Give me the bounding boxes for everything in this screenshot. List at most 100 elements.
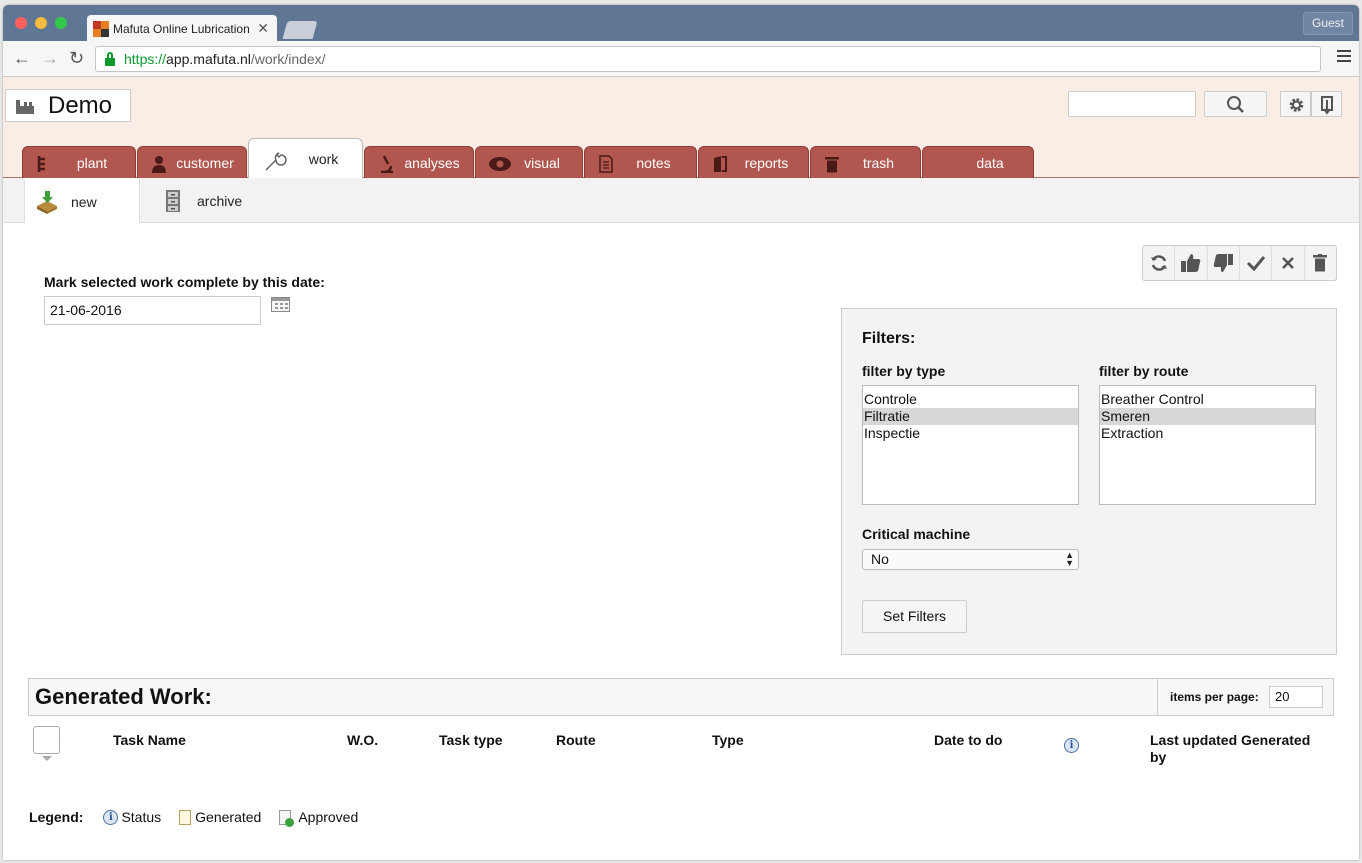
- cancel-button[interactable]: [1272, 246, 1305, 280]
- reject-button[interactable]: [1208, 246, 1240, 280]
- new-work-icon: [37, 191, 57, 214]
- tab-visual[interactable]: visual: [475, 146, 583, 178]
- tab-notes[interactable]: notes: [584, 146, 697, 178]
- search-input[interactable]: [1068, 91, 1196, 117]
- critical-machine-select[interactable]: No ▲ ▼: [862, 549, 1079, 570]
- list-item[interactable]: Controle: [863, 391, 1078, 408]
- new-tab-button[interactable]: [282, 21, 318, 39]
- tab-label: plant: [76, 154, 108, 171]
- select-all-checkbox[interactable]: [33, 726, 60, 761]
- gear-icon: [1289, 98, 1304, 112]
- tab-reports[interactable]: reports: [698, 146, 809, 178]
- column-header-date-to-do[interactable]: Date to do: [934, 732, 1002, 748]
- back-arrow-icon[interactable]: ←: [13, 48, 31, 69]
- legend-label: Approved: [298, 809, 359, 825]
- window-close-button[interactable]: [15, 17, 27, 29]
- tab-plant[interactable]: plant: [22, 146, 136, 178]
- list-item-selected[interactable]: Filtratie: [863, 408, 1078, 425]
- column-header-route[interactable]: Route: [556, 732, 596, 748]
- column-header-type[interactable]: Type: [712, 732, 744, 748]
- legend-generated: Generated: [179, 809, 261, 825]
- refresh-icon: [1150, 255, 1167, 271]
- list-item-selected[interactable]: Smeren: [1100, 408, 1315, 425]
- legend-status: i Status: [103, 809, 161, 825]
- browser-tab[interactable]: Mafuta Online Lubrication S ✕: [87, 15, 277, 42]
- tab-work[interactable]: work: [248, 138, 363, 179]
- trash-icon: [1313, 254, 1328, 272]
- check-icon: [1246, 256, 1265, 272]
- filter-route-listbox[interactable]: Breather Control Smeren Extraction: [1099, 385, 1316, 505]
- bulk-action-toolbar: [1142, 245, 1337, 281]
- search-icon: [1227, 96, 1244, 113]
- tab-new[interactable]: new: [24, 178, 140, 223]
- filters-title: Filters:: [862, 330, 916, 347]
- column-header-task-type[interactable]: Task type: [439, 732, 503, 748]
- reload-icon[interactable]: ↻: [69, 48, 84, 69]
- site-name: Demo: [48, 91, 113, 119]
- legend-approved: Approved: [279, 809, 359, 827]
- column-header-last-updated[interactable]: Last updated Generated by: [1150, 732, 1330, 766]
- mark-complete-label: Mark selected work complete by this date…: [44, 274, 325, 290]
- generated-work-header: Generated Work: items per page: 20: [28, 678, 1334, 716]
- filters-panel: Filters: filter by type filter by route …: [841, 308, 1337, 655]
- approved-doc-icon: [279, 809, 295, 827]
- info-icon: i: [103, 809, 119, 825]
- tab-analyses[interactable]: analyses: [364, 146, 474, 178]
- tab-archive[interactable]: archive: [151, 178, 271, 223]
- app-header: Demo plant customer work analyses visual…: [3, 77, 1359, 179]
- hamburger-menu-icon[interactable]: [1337, 50, 1351, 65]
- generated-work-title: Generated Work:: [35, 684, 212, 709]
- delete-button[interactable]: [1305, 246, 1336, 280]
- window-minimize-button[interactable]: [35, 17, 47, 29]
- complete-date-input[interactable]: 21-06-2016: [44, 296, 261, 325]
- browser-tab-title: Mafuta Online Lubrication S: [113, 21, 254, 36]
- tab-label: analyses: [404, 154, 460, 171]
- list-item[interactable]: Inspectie: [863, 425, 1078, 442]
- window-maximize-button[interactable]: [55, 17, 67, 29]
- tab-label: work: [308, 151, 339, 167]
- complete-button[interactable]: [1240, 246, 1273, 280]
- site-brand[interactable]: Demo: [5, 89, 131, 122]
- filter-route-label: filter by route: [1099, 363, 1189, 379]
- filter-type-label: filter by type: [862, 363, 946, 379]
- column-header-wo[interactable]: W.O.: [347, 732, 378, 748]
- sub-tab-bar: new archive: [3, 178, 1359, 223]
- list-item[interactable]: Extraction: [1100, 425, 1315, 442]
- main-content: Mark selected work complete by this date…: [3, 223, 1359, 860]
- lock-icon: [104, 52, 116, 66]
- app-root: Demo plant customer work analyses visual…: [3, 77, 1359, 860]
- set-filters-button[interactable]: Set Filters: [862, 600, 967, 633]
- factory-icon: [16, 98, 34, 114]
- mafuta-favicon-icon: [93, 20, 109, 37]
- url-path: /work/index/: [250, 51, 326, 67]
- forward-arrow-icon[interactable]: →: [41, 48, 59, 69]
- approve-button[interactable]: [1175, 246, 1208, 280]
- select-arrows-icon: ▲ ▼: [1065, 550, 1074, 568]
- tab-label: customer: [176, 154, 234, 171]
- settings-button[interactable]: [1280, 91, 1311, 117]
- calendar-icon[interactable]: [271, 297, 290, 312]
- profile-button[interactable]: Guest: [1302, 12, 1353, 35]
- column-header-status[interactable]: i: [1064, 735, 1079, 753]
- legend-label: Generated: [195, 809, 262, 825]
- tab-label: archive: [197, 192, 243, 209]
- filter-type-listbox[interactable]: Controle Filtratie Inspectie: [862, 385, 1079, 505]
- critical-machine-label: Critical machine: [862, 526, 971, 542]
- tab-label: new: [71, 194, 97, 210]
- browser-toolbar: ← → ↻ https://app.mafuta.nl/work/index/: [3, 41, 1359, 77]
- logout-icon: [1321, 96, 1333, 115]
- tab-data[interactable]: data: [922, 146, 1034, 178]
- column-header-task-name[interactable]: Task Name: [113, 732, 186, 748]
- url-host: app.mafuta.nl: [166, 51, 251, 67]
- logout-button[interactable]: [1311, 91, 1342, 117]
- items-per-page-input[interactable]: 20: [1269, 686, 1323, 708]
- list-item[interactable]: Breather Control: [1100, 391, 1315, 408]
- browser-window: Mafuta Online Lubrication S ✕ Guest ← → …: [3, 5, 1359, 860]
- address-bar[interactable]: https://app.mafuta.nl/work/index/: [95, 46, 1321, 72]
- tab-trash[interactable]: trash: [810, 146, 921, 178]
- refresh-button[interactable]: [1143, 246, 1176, 280]
- search-button[interactable]: [1204, 91, 1267, 117]
- close-tab-icon[interactable]: ✕: [257, 20, 269, 37]
- tab-customer[interactable]: customer: [137, 146, 247, 178]
- info-icon: i: [1064, 738, 1079, 753]
